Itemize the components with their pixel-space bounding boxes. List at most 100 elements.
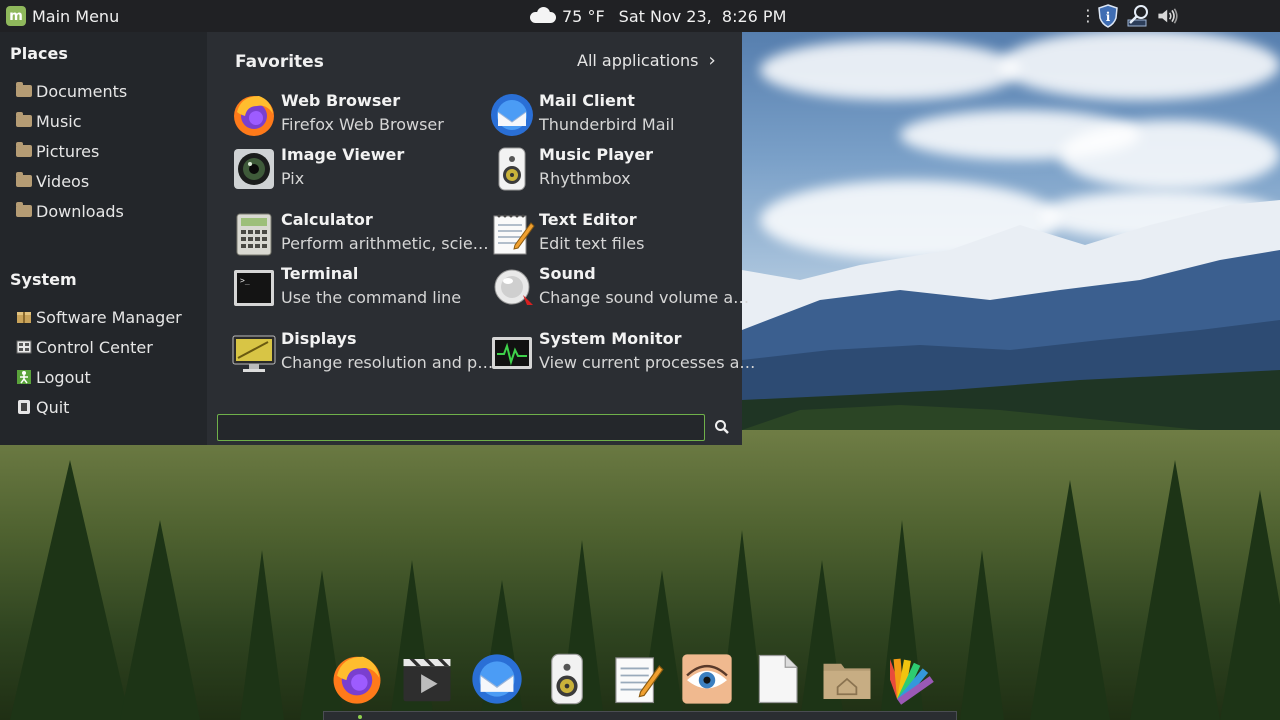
folder-icon <box>16 172 32 189</box>
app-description: Change sound volume a… <box>539 288 750 307</box>
settings-icon <box>16 339 32 355</box>
app-description: View current processes a… <box>539 353 756 372</box>
system-tray: ⋮ i <box>1080 0 1180 32</box>
sidebar-item-label: Downloads <box>36 201 124 221</box>
app-description: Pix <box>281 169 305 188</box>
svg-text:i: i <box>1106 10 1111 24</box>
home-folder-icon[interactable] <box>820 652 874 706</box>
sidebar-item-logout[interactable]: Logout <box>0 362 207 392</box>
app-calculator[interactable]: Calculator Perform arithmetic, scie… <box>231 209 489 261</box>
video-player-icon[interactable] <box>400 652 454 706</box>
app-sound[interactable]: Sound Change sound volume a… <box>489 263 749 315</box>
app-name: System Monitor <box>539 329 682 348</box>
firefox-icon[interactable] <box>330 652 384 706</box>
sidebar-item-quit[interactable]: Quit <box>0 392 207 422</box>
app-name: Music Player <box>539 145 654 164</box>
sidebar-item-label: Quit <box>36 397 70 417</box>
main-menu-label: Main Menu <box>32 6 120 26</box>
logout-icon <box>16 369 32 385</box>
app-text-editor[interactable]: Text Editor Edit text files <box>489 209 739 261</box>
sidebar-item-software-manager[interactable]: Software Manager <box>0 302 207 332</box>
terminal-icon: >_ <box>231 265 277 311</box>
network-search-icon[interactable] <box>1126 4 1150 28</box>
notepad-icon[interactable] <box>610 652 664 706</box>
app-description: Thunderbird Mail <box>539 115 675 134</box>
app-name: Displays <box>281 329 357 348</box>
app-description: Edit text files <box>539 234 645 253</box>
search-icon[interactable] <box>712 417 732 437</box>
sidebar-item-documents[interactable]: Documents <box>0 76 207 106</box>
thunderbird-icon[interactable] <box>470 652 524 706</box>
running-indicator <box>358 715 362 719</box>
sidebar-item-downloads[interactable]: Downloads <box>0 196 207 226</box>
folder-icon <box>16 202 32 219</box>
speaker-icon[interactable] <box>540 652 594 706</box>
sidebar-item-videos[interactable]: Videos <box>0 166 207 196</box>
main-menu-popup: Places Documents Music Pictures Videos D… <box>0 32 755 445</box>
places-heading: Places <box>10 44 68 63</box>
sidebar-item-label: Software Manager <box>36 307 182 327</box>
firefox-icon <box>231 92 277 138</box>
folder-icon <box>16 112 32 129</box>
color-palette-icon[interactable] <box>883 652 944 706</box>
app-music-player[interactable]: Music Player Rhythmbox <box>489 144 739 196</box>
dock <box>330 648 944 710</box>
system-monitor-icon <box>489 330 535 376</box>
sidebar-item-control-center[interactable]: Control Center <box>0 332 207 362</box>
notepad-icon <box>489 211 535 257</box>
app-name: Text Editor <box>539 210 637 229</box>
app-name: Terminal <box>281 264 359 283</box>
main-menu-button[interactable]: m Main Menu <box>0 0 125 32</box>
sidebar-item-label: Videos <box>36 171 90 191</box>
favorites-panel: Favorites All applications › Web Browser… <box>207 32 755 445</box>
app-description: Change resolution and p… <box>281 353 494 372</box>
app-mail-client[interactable]: Mail Client Thunderbird Mail <box>489 90 739 142</box>
clock-weather-applet[interactable]: 75 °F Sat Nov 23, 8:26 PM <box>528 0 786 32</box>
app-image-viewer[interactable]: Image Viewer Pix <box>231 144 481 196</box>
chevron-right-icon: › <box>708 50 716 71</box>
camera-lens-icon <box>231 146 277 192</box>
volume-icon[interactable] <box>1156 4 1180 28</box>
app-name: Mail Client <box>539 91 635 110</box>
app-displays[interactable]: Displays Change resolution and p… <box>231 328 493 380</box>
app-description: Perform arithmetic, scie… <box>281 234 489 253</box>
folder-icon <box>16 82 32 99</box>
shield-info-icon[interactable]: i <box>1096 4 1120 28</box>
eye-icon[interactable] <box>680 652 734 706</box>
menu-sidebar: Places Documents Music Pictures Videos D… <box>0 32 207 445</box>
app-name: Image Viewer <box>281 145 405 164</box>
app-terminal[interactable]: >_ Terminal Use the command line <box>231 263 481 315</box>
sidebar-item-label: Logout <box>36 367 91 387</box>
mint-logo-icon: m <box>6 6 26 26</box>
search-input[interactable] <box>217 414 705 441</box>
dock-shelf <box>323 711 957 720</box>
app-description: Use the command line <box>281 288 462 307</box>
sidebar-item-pictures[interactable]: Pictures <box>0 136 207 166</box>
top-panel: m Main Menu 75 °F Sat Nov 23, 8:26 PM ⋮ … <box>0 0 1280 32</box>
app-system-monitor[interactable]: System Monitor View current processes a… <box>489 328 755 380</box>
all-applications-label: All applications <box>577 51 699 70</box>
favorites-title: Favorites <box>235 52 324 72</box>
package-icon <box>16 309 32 325</box>
cloud-icon <box>528 7 558 25</box>
app-description: Firefox Web Browser <box>281 115 444 134</box>
app-description: Rhythmbox <box>539 169 631 188</box>
display-icon <box>231 330 277 376</box>
speaker-icon <box>489 146 535 192</box>
power-icon <box>16 399 32 415</box>
date-time: Sat Nov 23, 8:26 PM <box>618 6 787 26</box>
sidebar-item-label: Music <box>36 111 82 131</box>
all-applications-button[interactable]: All applications › <box>577 50 716 71</box>
sound-icon <box>489 265 535 311</box>
weather-temperature: 75 °F <box>562 6 605 26</box>
sidebar-item-music[interactable]: Music <box>0 106 207 136</box>
sidebar-item-label: Documents <box>36 81 128 101</box>
app-name: Web Browser <box>281 91 401 110</box>
app-name: Sound <box>539 264 596 283</box>
sidebar-item-label: Control Center <box>36 337 153 357</box>
app-name: Calculator <box>281 210 373 229</box>
more-dots-icon[interactable]: ⋮ <box>1080 8 1096 24</box>
document-icon[interactable] <box>750 652 804 706</box>
app-web-browser[interactable]: Web Browser Firefox Web Browser <box>231 90 481 142</box>
folder-icon <box>16 142 32 159</box>
